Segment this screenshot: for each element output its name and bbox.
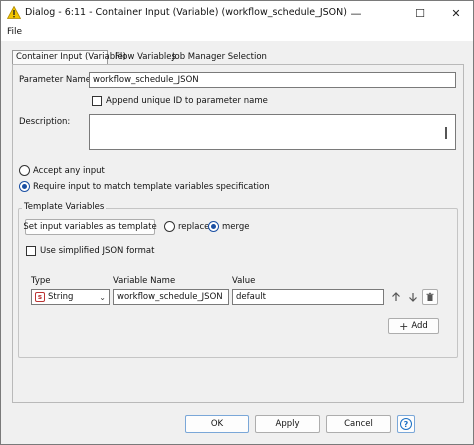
append-unique-checkbox[interactable]: [92, 96, 102, 106]
move-down-button[interactable]: [405, 289, 421, 305]
merge-radio[interactable]: [208, 221, 219, 232]
close-button[interactable]: ✕: [439, 1, 473, 25]
move-up-button[interactable]: [388, 289, 404, 305]
tab-container-input[interactable]: Container Input (Variable): [12, 50, 126, 65]
menu-file[interactable]: File: [7, 27, 22, 37]
template-variables-title: Template Variables: [22, 202, 107, 212]
warning-icon: [7, 6, 21, 19]
parameter-name-label: Parameter Name:: [19, 75, 94, 85]
help-button[interactable]: ?: [397, 415, 415, 433]
delete-row-button[interactable]: [422, 289, 438, 305]
append-unique-label: Append unique ID to parameter name: [106, 96, 268, 106]
simplified-json-checkbox[interactable]: [26, 246, 36, 256]
parameter-name-input[interactable]: workflow_schedule_JSON: [89, 72, 456, 88]
simplified-json-label: Use simplified JSON format: [40, 246, 155, 256]
type-select-value: String: [48, 292, 74, 302]
description-label: Description:: [19, 117, 71, 127]
maximize-button[interactable]: ☐: [403, 1, 437, 25]
window-title: Dialog - 6:11 - Container Input (Variabl…: [25, 7, 347, 18]
replace-label: replace: [178, 222, 210, 232]
type-select[interactable]: s String ⌄: [31, 289, 110, 305]
accept-any-radio[interactable]: [19, 165, 30, 176]
dialog-window: Dialog - 6:11 - Container Input (Variabl…: [0, 0, 474, 445]
menu-bar: File: [1, 25, 473, 41]
cancel-button[interactable]: Cancel: [326, 415, 391, 433]
apply-button[interactable]: Apply: [255, 415, 320, 433]
column-type-header: Type: [31, 276, 51, 286]
plus-icon: +: [399, 319, 409, 333]
close-icon: ✕: [451, 6, 461, 20]
string-type-icon: s: [35, 292, 45, 302]
maximize-icon: ☐: [415, 6, 425, 20]
variable-name-input[interactable]: workflow_schedule_JSON: [113, 289, 229, 305]
help-icon: ?: [400, 418, 412, 430]
ok-button[interactable]: OK: [185, 415, 249, 433]
minimize-button[interactable]: —: [339, 1, 373, 25]
arrow-down-icon: [409, 293, 417, 302]
variable-value-input[interactable]: default: [232, 289, 384, 305]
chevron-down-icon: ⌄: [99, 293, 106, 302]
merge-label: merge: [222, 222, 250, 232]
trash-icon: [426, 292, 434, 301]
require-match-label: Require input to match template variable…: [33, 182, 270, 192]
title-bar: Dialog - 6:11 - Container Input (Variabl…: [1, 1, 473, 25]
arrow-up-icon: [392, 292, 400, 301]
add-button-label: Add: [411, 321, 428, 331]
minimize-icon: —: [350, 6, 362, 20]
column-value-header: Value: [232, 276, 256, 286]
accept-any-label: Accept any input: [33, 166, 105, 176]
text-caret: [445, 127, 447, 139]
add-variable-button[interactable]: + Add: [388, 318, 439, 334]
set-input-template-button[interactable]: Set input variables as template: [23, 219, 157, 235]
replace-radio[interactable]: [164, 221, 175, 232]
description-textarea[interactable]: [89, 114, 456, 150]
tab-job-manager[interactable]: Job Manager Selection: [169, 51, 270, 65]
column-variable-name-header: Variable Name: [113, 276, 176, 286]
require-match-radio[interactable]: [19, 181, 30, 192]
